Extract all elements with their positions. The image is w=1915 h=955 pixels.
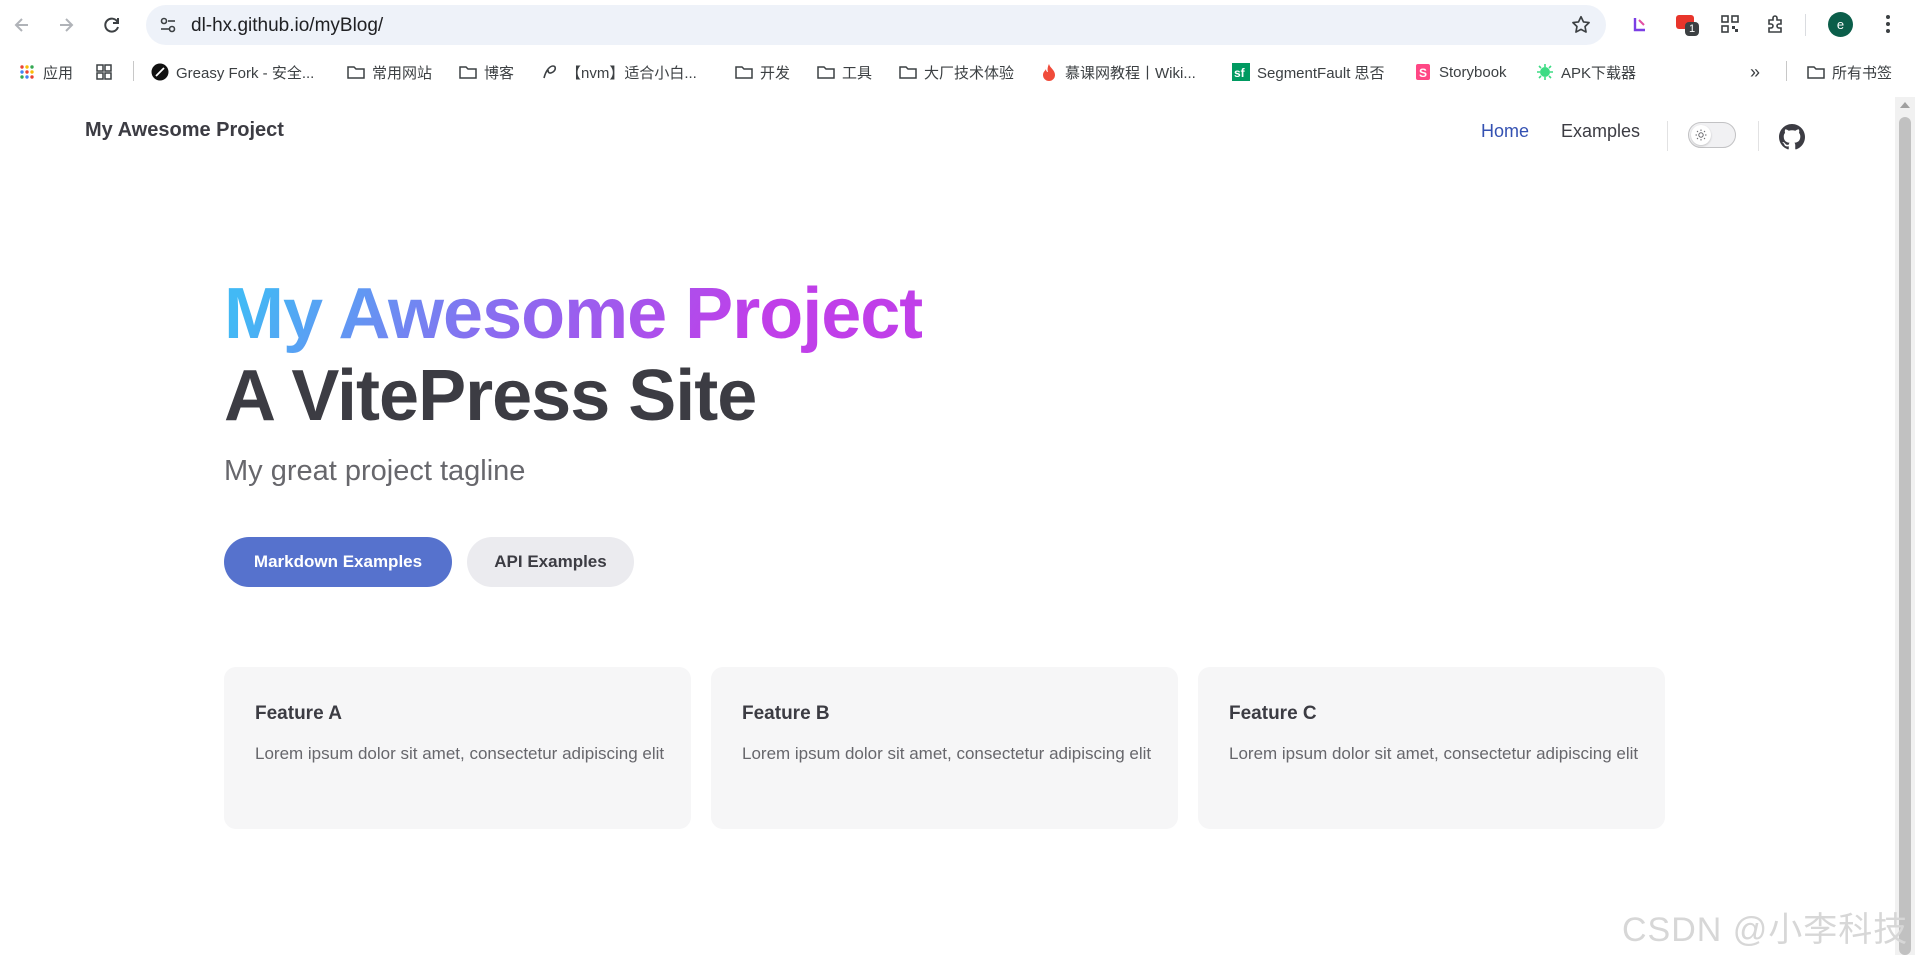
folder-icon (459, 63, 477, 81)
scrollbar-thumb[interactable] (1899, 117, 1911, 955)
bookmark-label: 慕课网教程丨Wiki... (1065, 64, 1196, 82)
nav-divider (1758, 121, 1759, 151)
svg-text:sf: sf (1234, 66, 1246, 80)
hero-tagline: My great project tagline (224, 455, 526, 487)
bookmark-nvm[interactable]: 【nvm】适合小白... (541, 61, 697, 83)
folder-icon (899, 63, 917, 81)
folder-icon (735, 63, 753, 81)
back-button[interactable] (8, 11, 36, 39)
folder-icon (817, 63, 835, 81)
toolbar-divider (1805, 14, 1806, 36)
qr-code-icon[interactable] (1718, 12, 1742, 36)
api-examples-button[interactable]: API Examples (467, 537, 634, 587)
site-title[interactable]: My Awesome Project (85, 119, 284, 142)
extensions-puzzle-icon[interactable] (1764, 12, 1788, 36)
menu-kebab-icon[interactable] (1876, 12, 1900, 36)
github-icon[interactable] (1779, 124, 1805, 150)
bookmark-separator (133, 61, 134, 81)
feature-details: Lorem ipsum dolor sit amet, consectetur … (255, 744, 665, 763)
bookmark-apk[interactable]: APK下载器 (1536, 61, 1636, 83)
bookmark-imooc[interactable]: 慕课网教程丨Wiki... (1040, 61, 1196, 83)
toggle-knob (1691, 125, 1711, 145)
bookmark-segmentfault[interactable]: sf SegmentFault 思否 (1232, 61, 1385, 83)
bookmark-label: 【nvm】适合小白... (566, 64, 697, 82)
browser-toolbar: dl-hx.github.io/myBlog/ 1 e (0, 0, 1915, 50)
bookmark-folder-blog[interactable]: 博客 (459, 61, 514, 83)
tab-groups-button[interactable] (95, 61, 120, 83)
bookmark-label: 博客 (484, 64, 515, 82)
bookmark-label: 所有书签 (1832, 64, 1893, 82)
appearance-toggle[interactable] (1688, 122, 1736, 148)
feature-title: Feature B (742, 703, 830, 724)
address-bar[interactable]: dl-hx.github.io/myBlog/ (146, 5, 1606, 45)
forward-button[interactable] (52, 11, 80, 39)
reload-icon (104, 17, 119, 33)
nav-divider (1667, 121, 1668, 151)
bookmark-storybook[interactable]: S Storybook (1414, 61, 1507, 83)
url-text[interactable]: dl-hx.github.io/myBlog/ (191, 15, 383, 37)
nav-link-examples[interactable]: Examples (1561, 121, 1640, 142)
hero-name: My Awesome Project (224, 274, 923, 354)
feature-title: Feature A (255, 703, 342, 724)
bookmark-label: 大厂技术体验 (924, 64, 1015, 82)
extension-red-icon[interactable]: 1 (1674, 12, 1700, 36)
watermark: CSDN @小李科技 (1622, 911, 1909, 949)
extension-l-icon[interactable] (1628, 12, 1652, 36)
segmentfault-icon: sf (1232, 63, 1250, 81)
bookmark-label: APK下载器 (1561, 64, 1637, 82)
bookmark-star-icon[interactable] (1570, 14, 1592, 36)
apps-grid-icon (18, 63, 36, 81)
site-settings-icon[interactable] (158, 15, 178, 35)
extension-badge: 1 (1685, 22, 1700, 36)
bookmarks-bar: 应用 Greasy Fork - 安全... 常用网站 博客 【nvm】适合小白… (0, 52, 1915, 92)
bookmark-folder-common[interactable]: 常用网站 (347, 61, 432, 83)
feature-title: Feature C (1229, 703, 1317, 724)
feature-card: Feature C Lorem ipsum dolor sit amet, co… (1198, 667, 1665, 829)
bookmark-label: Greasy Fork - 安全... (176, 64, 315, 82)
overflow-chevron-icon: » (1750, 61, 1761, 82)
feature-details: Lorem ipsum dolor sit amet, consectetur … (1229, 744, 1639, 763)
bookmarks-overflow-button[interactable]: » (1750, 61, 1760, 83)
sun-icon (1695, 129, 1707, 141)
bookmark-greasyfork[interactable]: Greasy Fork - 安全... (151, 61, 314, 83)
flame-icon (1040, 63, 1058, 81)
android-icon (1536, 63, 1554, 81)
hero-text: A VitePress Site (224, 356, 757, 436)
arrow-right-icon (60, 18, 74, 32)
nvm-icon (541, 63, 559, 81)
bookmark-label: 工具 (842, 64, 873, 82)
bookmark-folder-tools[interactable]: 工具 (817, 61, 872, 83)
feature-details: Lorem ipsum dolor sit amet, consectetur … (742, 744, 1152, 763)
page-scrollbar[interactable] (1895, 97, 1915, 955)
markdown-examples-button[interactable]: Markdown Examples (224, 537, 452, 587)
folder-icon (347, 63, 365, 81)
reload-button[interactable] (98, 11, 126, 39)
bookmark-folder-bigtech[interactable]: 大厂技术体验 (899, 61, 1014, 83)
bookmark-folder-dev[interactable]: 开发 (735, 61, 790, 83)
greasyfork-icon (151, 63, 169, 81)
all-bookmarks-folder[interactable]: 所有书签 (1807, 61, 1892, 83)
bookmark-label: SegmentFault 思否 (1257, 64, 1385, 82)
feature-card: Feature B Lorem ipsum dolor sit amet, co… (711, 667, 1178, 829)
folder-icon (1807, 63, 1825, 81)
bookmark-label: 应用 (43, 64, 74, 82)
scroll-up-arrow-icon[interactable] (1900, 102, 1910, 108)
nav-link-home[interactable]: Home (1481, 121, 1529, 142)
feature-card: Feature A Lorem ipsum dolor sit amet, co… (224, 667, 691, 829)
bookmark-label: Storybook (1439, 63, 1507, 81)
storybook-icon: S (1414, 63, 1432, 81)
site-navbar: My Awesome Project Home Examples (0, 97, 1895, 161)
profile-avatar[interactable]: e (1828, 12, 1853, 37)
bookmark-separator (1786, 61, 1787, 81)
arrow-left-icon (14, 18, 28, 32)
page-viewport: My Awesome Project Home Examples My Awes… (0, 97, 1895, 955)
bookmark-apps[interactable]: 应用 (18, 61, 73, 83)
bookmark-label: 开发 (760, 64, 791, 82)
svg-text:S: S (1419, 66, 1427, 80)
tab-groups-icon (95, 63, 113, 81)
bookmark-label: 常用网站 (372, 64, 433, 82)
